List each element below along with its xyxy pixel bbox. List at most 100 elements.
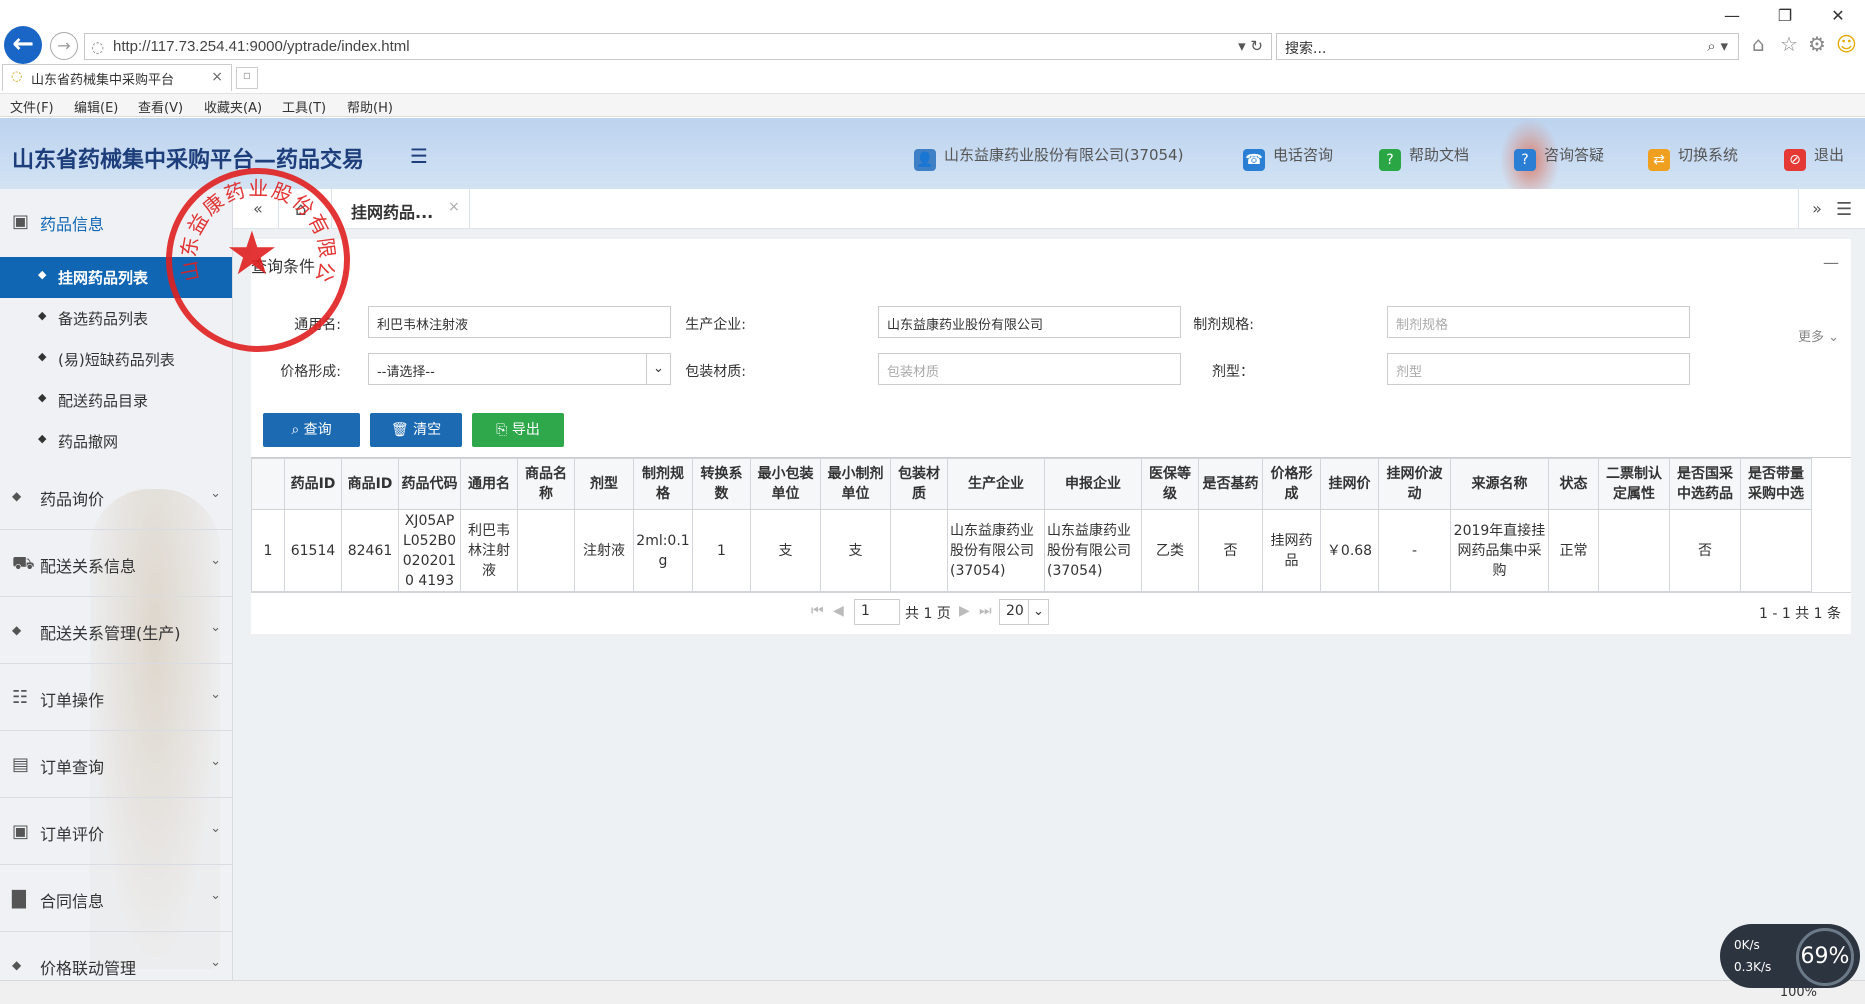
browser-search-box[interactable]: 搜索... ⌕ ▾ <box>1276 33 1739 60</box>
smiley-feedback-icon[interactable]: ☺ <box>1836 32 1857 56</box>
col-header[interactable]: 医保等级 <box>1141 458 1199 510</box>
col-header[interactable]: 生产企业 <box>947 458 1045 510</box>
chevron-down-icon: ⌄ <box>210 687 221 702</box>
next-page-icon[interactable]: ▶ <box>959 603 970 619</box>
diamond-bullet-icon: ◆ <box>38 309 47 322</box>
sidebar-group-price-link[interactable]: ◆ 价格联动管理 ⌄ <box>0 933 232 980</box>
table-cell: 正常 <box>1548 509 1599 592</box>
restore-icon[interactable]: ❐ <box>1773 6 1797 25</box>
menu-toggle-icon[interactable]: ☰ <box>410 144 428 168</box>
sidebar-group-delivery-mgmt[interactable]: ◆ 配送关系管理(生产) ⌄ <box>0 598 232 664</box>
phone-consult-link[interactable]: ☎ 电话咨询 <box>1243 144 1333 171</box>
col-header[interactable]: 药品ID <box>284 458 342 510</box>
prev-page-icon[interactable]: ◀ <box>833 603 844 619</box>
first-page-icon[interactable]: ⏮ <box>811 603 824 619</box>
switch-system-link[interactable]: ⇄ 切换系统 <box>1648 144 1738 171</box>
more-toggle[interactable]: 更多 ⌄ <box>1798 326 1839 345</box>
col-header[interactable]: 是否带量采购中选 <box>1740 458 1812 510</box>
page-size-select[interactable]: 20 ⌄ <box>999 599 1049 625</box>
tab-close-icon[interactable]: × <box>448 199 460 215</box>
menu-tools[interactable]: 工具(T) <box>282 97 326 116</box>
manufacturer-input[interactable]: 山东益康药业股份有限公司 <box>878 306 1181 338</box>
col-header[interactable]: 转换系数 <box>692 458 751 510</box>
col-header[interactable]: 是否基药 <box>1198 458 1263 510</box>
col-header <box>251 458 285 510</box>
menu-help[interactable]: 帮助(H) <box>347 97 393 116</box>
col-header[interactable]: 最小制剂单位 <box>820 458 891 510</box>
pagination: ⏮ ◀ 1 共 1 页 ▶ ⏭ 20 ⌄ 1 - 1 共 1 条 <box>251 592 1851 634</box>
col-header[interactable]: 剂型 <box>574 458 634 510</box>
col-header[interactable]: 挂网价波动 <box>1378 458 1451 510</box>
col-header[interactable]: 包装材质 <box>890 458 948 510</box>
col-header[interactable]: 价格形成 <box>1262 458 1321 510</box>
clear-button[interactable]: 🗑 清空 <box>370 413 462 447</box>
diamond-bullet-icon: ◆ <box>38 350 47 363</box>
col-header[interactable]: 药品代码 <box>398 458 461 510</box>
table-row[interactable]: 1 61514 82461 XJ05APL052B00202010 4193 利… <box>251 509 1812 592</box>
menu-view[interactable]: 查看(V) <box>138 97 183 116</box>
col-header[interactable]: 商品名称 <box>517 458 575 510</box>
col-header[interactable]: 最小包装单位 <box>750 458 821 510</box>
dosage-input[interactable]: 剂型 <box>1387 353 1690 385</box>
sidebar-group-delivery-info[interactable]: ⛟ 配送关系信息 ⌄ <box>0 531 232 597</box>
tabs-menu-icon[interactable]: ☰ <box>1836 199 1852 220</box>
tab-close-icon[interactable]: × <box>211 69 223 85</box>
address-url[interactable]: http://117.73.254.41:9000/yptrade/index.… <box>113 38 410 55</box>
sidebar-group-order-ops[interactable]: ☷ 订单操作 ⌄ <box>0 665 232 731</box>
home-icon[interactable]: ⌂ <box>1752 32 1765 56</box>
col-header[interactable]: 制剂规格 <box>633 458 693 510</box>
logout-link[interactable]: ⊘ 退出 <box>1784 144 1844 171</box>
sidebar-group-order-review[interactable]: ▣ 订单评价 ⌄ <box>0 799 232 865</box>
collapse-icon[interactable]: — <box>1823 253 1839 272</box>
favorites-star-icon[interactable]: ☆ <box>1780 32 1798 56</box>
sidebar-group-contract[interactable]: ▇ 合同信息 ⌄ <box>0 866 232 932</box>
col-header[interactable]: 商品ID <box>341 458 399 510</box>
forward-button[interactable]: → <box>50 32 78 60</box>
last-page-icon[interactable]: ⏭ <box>979 603 992 619</box>
col-header[interactable]: 通用名 <box>460 458 518 510</box>
status-bar: 100% <box>0 980 1865 1004</box>
list-icon: ☷ <box>12 687 29 708</box>
price-form-select[interactable]: --请选择-- ⌄ <box>368 353 671 385</box>
sidebar-group-order-query[interactable]: ▤ 订单查询 ⌄ <box>0 732 232 798</box>
settings-gear-icon[interactable]: ⚙ <box>1808 32 1826 56</box>
col-header[interactable]: 申报企业 <box>1044 458 1142 510</box>
arrow-left-icon: ← <box>12 29 34 59</box>
dosage-label: 剂型： <box>1212 364 1254 380</box>
page-number-input[interactable]: 1 <box>854 599 900 625</box>
new-tab-button[interactable]: ▫ <box>236 67 258 89</box>
back-button[interactable]: ← <box>4 26 42 64</box>
help-docs-link[interactable]: ? 帮助文档 <box>1379 144 1469 171</box>
menu-edit[interactable]: 编辑(E) <box>74 97 118 116</box>
refresh-icon[interactable]: ▾ ↻ <box>1238 37 1263 55</box>
search-icon[interactable]: ⌕ ▾ <box>1707 37 1728 55</box>
col-header[interactable]: 来源名称 <box>1450 458 1549 510</box>
address-bar[interactable]: ◌ http://117.73.254.41:9000/yptrade/inde… <box>84 33 1272 60</box>
package-input[interactable]: 包装材质 <box>878 353 1181 385</box>
col-header[interactable]: 状态 <box>1548 458 1599 510</box>
col-header[interactable]: 二票制认定属性 <box>1598 458 1670 510</box>
tabs-scroll-right-icon[interactable]: » <box>1792 199 1842 218</box>
close-window-icon[interactable]: ✕ <box>1826 6 1850 25</box>
export-button[interactable]: ⎘ 导出 <box>472 413 564 447</box>
sidebar-item-withdraw[interactable]: ◆ 药品撤网 <box>0 421 232 462</box>
consult-qa-link[interactable]: ? 咨询答疑 <box>1514 144 1604 171</box>
minimize-icon[interactable]: — <box>1720 6 1744 25</box>
search-placeholder[interactable]: 搜索... <box>1285 38 1326 58</box>
generic-name-link[interactable]: 利巴韦林注射液 <box>460 509 518 592</box>
sidebar-item-delivery-catalog[interactable]: ◆ 配送药品目录 <box>0 380 232 421</box>
spec-input[interactable]: 制剂规格 <box>1387 306 1690 338</box>
menu-favorites[interactable]: 收藏夹(A) <box>204 97 262 116</box>
col-header[interactable]: 是否国采中选药品 <box>1669 458 1741 510</box>
tab-listed-drugs[interactable]: 挂网药品... <box>351 199 433 223</box>
query-button[interactable]: ⌕ 查询 <box>263 413 360 447</box>
total-pages: 共 1 页 <box>905 606 951 622</box>
menu-file[interactable]: 文件(F) <box>10 97 54 116</box>
company-info[interactable]: 👤 山东益康药业股份有限公司(37054) <box>914 144 1183 171</box>
browser-tab[interactable]: ◌ 山东省药械集中采购平台 × <box>2 64 232 91</box>
sidebar-group-drug-inquiry[interactable]: ◆ 药品询价 ⌄ <box>0 464 232 530</box>
col-header[interactable]: 挂网价 <box>1320 458 1379 510</box>
browser-chrome: — ❐ ✕ ← → ◌ http://117.73.254.41:9000/yp… <box>0 0 1865 117</box>
table-cell: 山东益康药业股份有限公司(37054) <box>1044 509 1142 592</box>
generic-name-input[interactable]: 利巴韦林注射液 <box>368 306 671 338</box>
